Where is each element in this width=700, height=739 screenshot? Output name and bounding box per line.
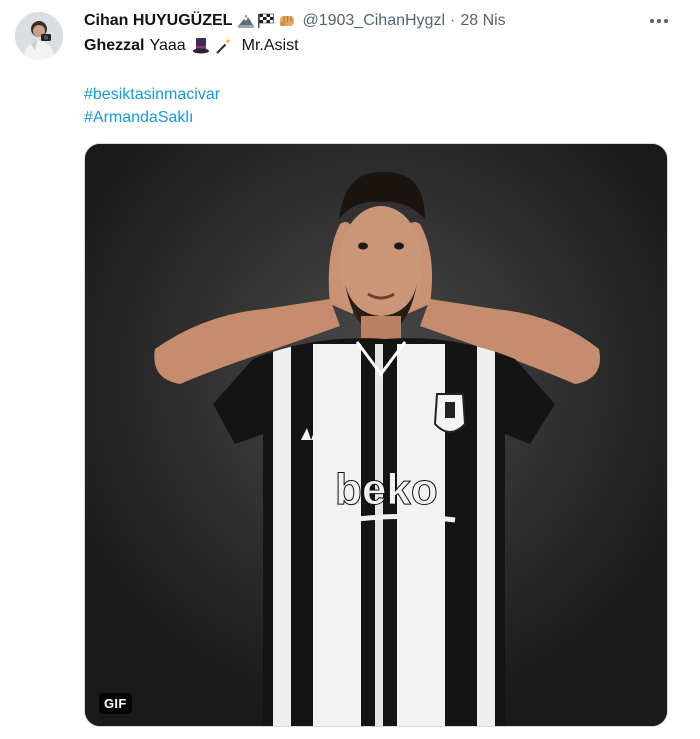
- hashtag-link[interactable]: #ArmandaSaklı: [84, 109, 193, 127]
- tweet-date[interactable]: 28 Nis: [460, 12, 505, 30]
- gif-badge: GIF: [99, 693, 132, 714]
- tweet-text: Ghezzal Yaaa Mr.Asist: [84, 37, 299, 55]
- gif-frame-illustration: beko: [85, 144, 667, 726]
- separator-dot: ·: [450, 12, 456, 29]
- hashtag-link[interactable]: #besiktasinmacivar: [84, 86, 220, 104]
- fist-emoji-icon: [280, 16, 295, 26]
- tweet-text-after: Mr.Asist: [241, 37, 299, 54]
- name-emojis: [238, 13, 296, 29]
- tweet-header: Cihan HUYUGÜZEL @1903_CihanHygzl · 28 Ni…: [84, 10, 506, 32]
- tweet[interactable]: Cihan HUYUGÜZEL @1903_CihanHygzl · 28 Ni…: [0, 0, 700, 739]
- tweet-text-rest: Yaaa: [149, 37, 186, 54]
- author-handle[interactable]: @1903_CihanHygzl: [302, 12, 445, 30]
- more-options-button[interactable]: [646, 10, 672, 32]
- author-name[interactable]: Cihan HUYUGÜZEL: [84, 12, 232, 30]
- tweet-text-emojis: [192, 37, 232, 55]
- tweet-text-bold: Ghezzal: [84, 37, 145, 54]
- jersey-sponsor-text: beko: [335, 465, 438, 514]
- more-dots-icon: [650, 19, 668, 23]
- checkered-flag-icon: [258, 13, 275, 28]
- top-hat-icon: [192, 38, 209, 54]
- tweet-gif-media[interactable]: beko GIF: [84, 143, 668, 727]
- magic-wand-icon: [215, 38, 231, 54]
- eagle-emoji-icon: [238, 14, 255, 28]
- author-avatar[interactable]: [15, 12, 63, 60]
- avatar-image: [15, 12, 63, 60]
